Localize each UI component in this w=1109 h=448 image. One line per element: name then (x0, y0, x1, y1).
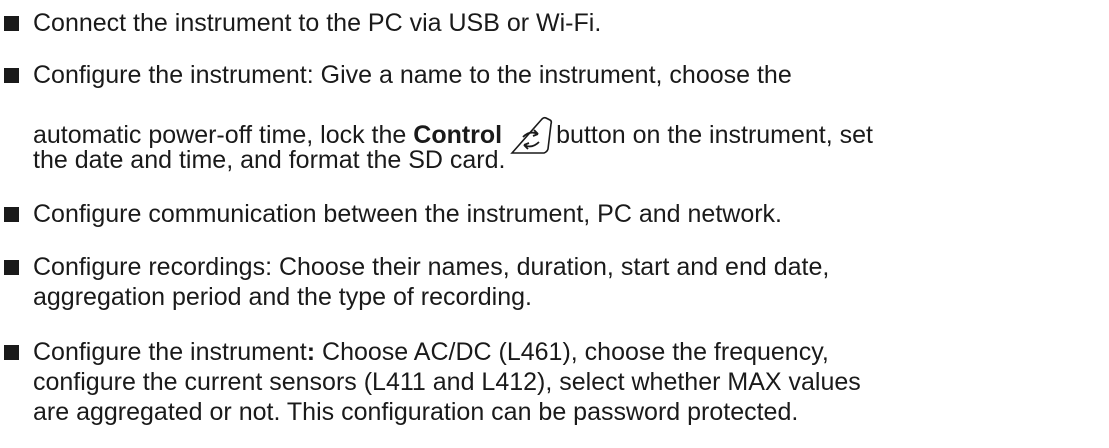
text-segment: button on the instrument, set (556, 121, 873, 149)
list-item-text: the date and time, and format the SD car… (33, 146, 506, 174)
list-item-text: are aggregated or not. This configuratio… (33, 398, 799, 426)
list-item-text: Configure recordings: Choose their names… (33, 253, 830, 281)
list-item-text: Connect the instrument to the PC via USB… (33, 9, 602, 37)
text-segment: Choose AC/DC (L461), choose the frequenc… (315, 338, 829, 366)
list-item-text: configure the current sensors (L411 and … (33, 368, 861, 396)
bullet-square-icon (4, 207, 19, 222)
control-button-icon (510, 116, 553, 154)
bullet-square-icon (4, 260, 19, 275)
list-item-text: Configure the instrument: Choose AC/DC (… (33, 337, 829, 367)
text-segment: : (306, 338, 316, 366)
bullet-square-icon (4, 68, 19, 83)
text-segment: Configure the instrument (33, 338, 307, 366)
bullet-square-icon (4, 16, 19, 31)
list-item-text: aggregation period and the type of recor… (33, 283, 532, 311)
list-item-text: Configure communication between the inst… (33, 200, 782, 228)
bullet-square-icon (4, 345, 19, 360)
list-item-text: Configure the instrument: Give a name to… (33, 61, 792, 89)
